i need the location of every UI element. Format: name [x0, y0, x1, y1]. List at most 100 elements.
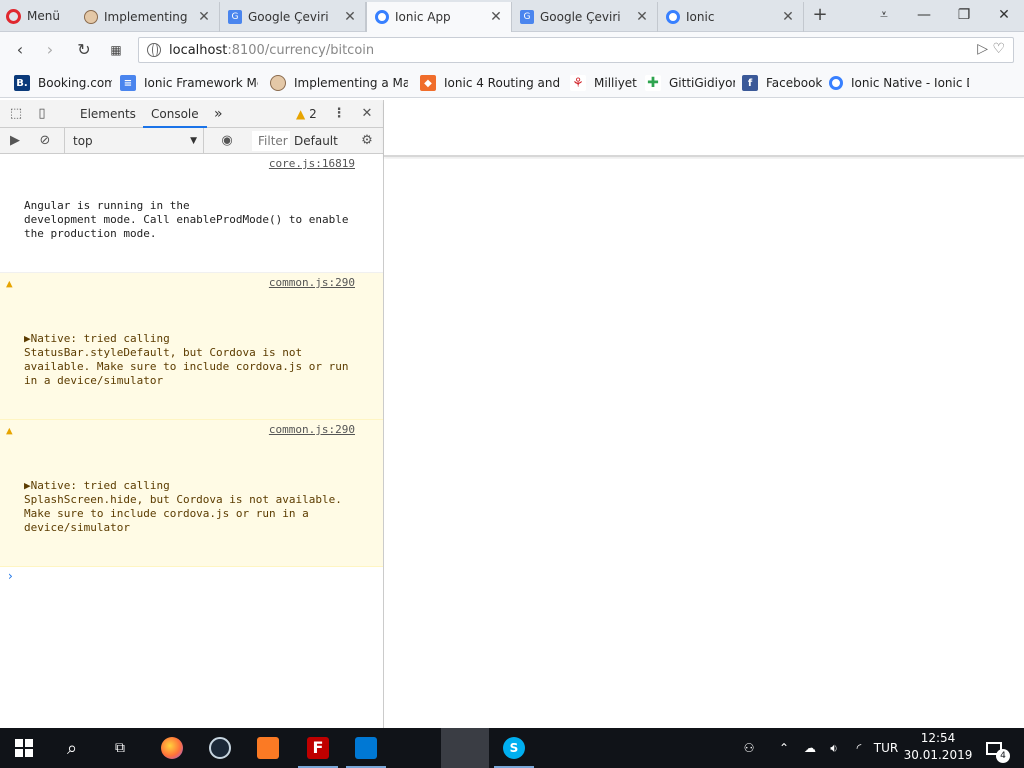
- speed-dial-grid-icon[interactable]: ▦: [104, 38, 128, 62]
- bookmark-ionic-framework[interactable]: ≡ Ionic Framework Mee: [120, 74, 258, 92]
- close-icon[interactable]: ✕: [781, 9, 795, 25]
- tab-elements[interactable]: Elements: [80, 100, 136, 128]
- kebab-menu-icon[interactable]: ⋮: [330, 105, 348, 123]
- address-actions: ▷ ♡: [977, 41, 1005, 57]
- devtools-close-icon[interactable]: ✕: [358, 105, 376, 123]
- address-bar[interactable]: localhost:8100/currency/bitcoin ▷ ♡: [138, 37, 1014, 63]
- tab-ionic-app[interactable]: Ionic App ✕: [366, 2, 512, 32]
- facebook-icon: f: [742, 75, 758, 91]
- console-prompt[interactable]: ›: [0, 567, 383, 583]
- new-tab-plus-icon[interactable]: +: [810, 4, 830, 28]
- bookmark-implementing[interactable]: Implementing a Mast: [270, 74, 408, 92]
- devtools-panel: ⬚ ▯ Elements Console » ▲ 2 ⋮ ✕ ▶ ⊘ top ▼…: [0, 100, 384, 728]
- device-toolbar-icon[interactable]: ▯: [33, 105, 51, 123]
- bookmark-ionic-native[interactable]: Ionic Native - Ionic D: [829, 74, 969, 92]
- context-selector[interactable]: top ▼: [64, 128, 204, 154]
- message-source-link[interactable]: core.js:16819: [269, 157, 355, 171]
- tab-implementing[interactable]: Implementing a M ✕: [76, 2, 220, 32]
- url-path: :8100/currency/bitcoin: [227, 42, 375, 58]
- sidebar-toggle-icon[interactable]: ▶: [6, 132, 24, 150]
- windows-taskbar: ⌕ ⧉ F S ⚇ ⌃ ☁ 🔉︎ ◜ TUR 12:54 30.01.2019 …: [0, 728, 1024, 768]
- tab-google-ceviri-2[interactable]: G Google Çeviri ✕: [512, 2, 658, 32]
- people-icon[interactable]: ⚇: [736, 728, 762, 768]
- message-source-link[interactable]: common.js:290: [269, 276, 355, 290]
- close-icon[interactable]: ✕: [635, 9, 649, 25]
- message-text[interactable]: ▶Native: tried calling SplashScreen.hide…: [24, 479, 355, 535]
- console-messages: core.js:16819 Angular is running in the …: [0, 154, 383, 583]
- restore-icon[interactable]: ❐: [944, 0, 984, 32]
- more-tabs-button[interactable]: »: [214, 100, 223, 128]
- steam-icon[interactable]: [196, 728, 244, 768]
- gittigidiyor-icon: ✚: [645, 75, 661, 91]
- tab-google-ceviri-1[interactable]: G Google Çeviri ✕: [220, 2, 366, 32]
- bookmark-label: GittiGidiyor: [669, 76, 735, 90]
- url-host: localhost: [169, 42, 228, 58]
- back-arrow-icon[interactable]: ‹: [8, 38, 32, 62]
- clock[interactable]: 12:54 30.01.2019: [900, 730, 976, 764]
- tab-ionic[interactable]: Ionic ✕: [658, 2, 804, 32]
- windows-start-icon[interactable]: [0, 728, 48, 768]
- tab-menu-icon[interactable]: ⩡: [864, 0, 904, 32]
- eye-icon[interactable]: ◉: [218, 132, 236, 150]
- message-text: Angular is running in the development mo…: [24, 199, 349, 240]
- clear-console-icon[interactable]: ⊘: [36, 132, 54, 150]
- doc-icon: ≡: [120, 75, 136, 91]
- tab-console[interactable]: Console: [143, 100, 207, 128]
- bookmark-booking[interactable]: B. Booking.com: [14, 74, 112, 92]
- close-icon[interactable]: ✕: [343, 9, 357, 25]
- send-icon[interactable]: ▷: [977, 41, 988, 57]
- bookmarks-bar: B. Booking.com ≡ Ionic Framework Mee Imp…: [0, 68, 1024, 98]
- show-hidden-icons-chevron-icon[interactable]: ⌃: [774, 728, 794, 768]
- page-header-area: [384, 100, 1024, 157]
- forward-arrow-icon[interactable]: ›: [38, 38, 62, 62]
- onedrive-cloud-icon[interactable]: ☁: [798, 728, 822, 768]
- message-text[interactable]: ▶Native: tried calling StatusBar.styleDe…: [24, 332, 355, 388]
- warning-counter[interactable]: ▲ 2: [296, 100, 317, 128]
- warning-count: 2: [309, 107, 317, 121]
- opera-menu-label: Menü: [27, 9, 60, 23]
- reload-icon[interactable]: ↻: [72, 38, 96, 62]
- opera-menu-button[interactable]: Menü: [6, 4, 60, 28]
- opera-taskbar-icon[interactable]: [441, 728, 489, 768]
- bookmark-gittigidiyor[interactable]: ✚ GittiGidiyor: [645, 74, 735, 92]
- window-close-icon[interactable]: ✕: [984, 0, 1024, 32]
- devtools-tabbar: ⬚ ▯ Elements Console » ▲ 2 ⋮ ✕: [0, 100, 383, 128]
- tab-label: Ionic: [686, 10, 715, 24]
- firefox-icon[interactable]: [148, 728, 196, 768]
- bookmark-milliyet[interactable]: ⚘ Milliyet: [570, 74, 638, 92]
- tab-label: Implementing a M: [104, 10, 191, 24]
- filezilla-icon[interactable]: F: [294, 728, 342, 768]
- vscode-icon[interactable]: [342, 728, 390, 768]
- booking-icon: B.: [14, 75, 30, 91]
- ionic-icon: [375, 10, 389, 24]
- bookmark-label: Booking.com: [38, 76, 112, 90]
- console-warning: ▲ common.js:290 ▶Native: tried calling S…: [0, 273, 383, 420]
- face-icon: [84, 10, 98, 24]
- context-label: top: [73, 134, 93, 148]
- volume-icon[interactable]: 🔉︎: [822, 728, 846, 768]
- message-source-link[interactable]: common.js:290: [269, 423, 355, 437]
- skype-icon[interactable]: S: [490, 728, 538, 768]
- warning-icon: ▲: [296, 107, 306, 121]
- opera-logo-icon: [6, 8, 21, 24]
- wifi-icon[interactable]: ◜: [848, 728, 870, 768]
- xampp-icon[interactable]: [244, 728, 292, 768]
- search-icon[interactable]: ⌕: [48, 728, 96, 768]
- milliyet-icon: ⚘: [570, 75, 586, 91]
- heart-icon[interactable]: ♡: [992, 41, 1005, 57]
- close-icon[interactable]: ✕: [197, 9, 211, 25]
- log-levels-dropdown[interactable]: Default l: [294, 131, 342, 151]
- task-view-icon[interactable]: ⧉: [96, 728, 144, 768]
- bookmark-facebook[interactable]: f Facebook: [742, 74, 822, 92]
- bookmark-ionic-routing[interactable]: ◆ Ionic 4 Routing and N: [420, 74, 560, 92]
- inspect-element-icon[interactable]: ⬚: [7, 105, 25, 123]
- language-indicator[interactable]: TUR: [872, 728, 900, 768]
- action-center-icon[interactable]: 4: [980, 728, 1010, 768]
- filter-input[interactable]: Filter: [252, 131, 290, 151]
- bookmark-label: Ionic 4 Routing and N: [444, 76, 560, 90]
- close-icon[interactable]: ✕: [489, 9, 503, 25]
- minimize-icon[interactable]: —: [904, 0, 944, 32]
- settings-gear-icon[interactable]: ⚙: [358, 132, 376, 150]
- face-icon: [270, 75, 286, 91]
- clock-time: 12:54: [920, 731, 956, 745]
